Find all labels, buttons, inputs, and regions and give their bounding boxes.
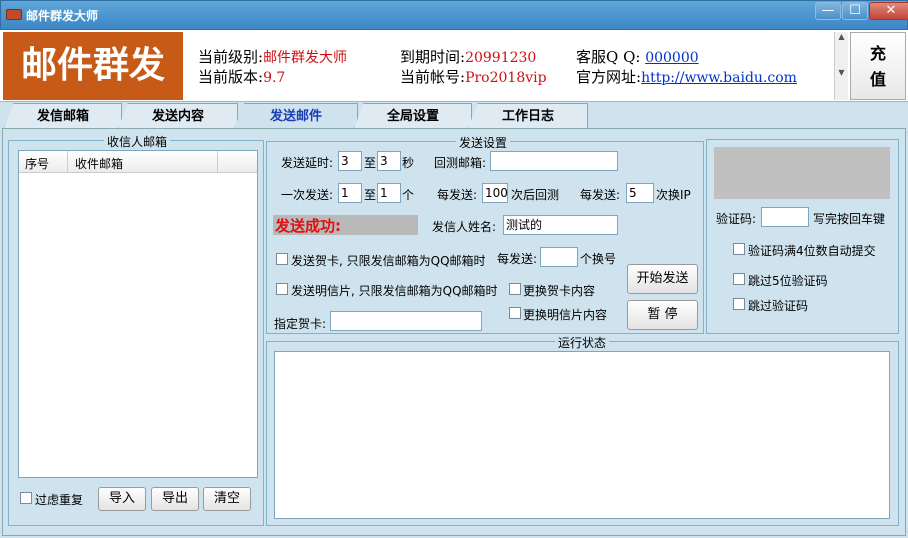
batch-to-label: 至: [364, 188, 377, 202]
tab-global-settings[interactable]: 全局设置: [354, 103, 472, 129]
level-value: 邮件群发大师: [263, 50, 348, 66]
recharge-button[interactable]: 充 值: [850, 32, 906, 100]
col-divider: [67, 151, 68, 172]
minimize-button[interactable]: —: [815, 2, 841, 20]
captcha-code-label: 验证码:: [716, 212, 757, 226]
delay-from-input[interactable]: 3: [338, 151, 362, 171]
dedupe-checkbox[interactable]: [20, 492, 32, 504]
clear-button[interactable]: 清空: [203, 487, 251, 511]
dedupe-label: 过虑重复: [35, 493, 84, 507]
delay-unit: 秒: [402, 156, 415, 170]
pause-button[interactable]: 暂 停: [627, 300, 698, 330]
qq-link[interactable]: 000000: [645, 50, 698, 66]
card-label: 发送贺卡, 只限发信邮箱为QQ邮箱时: [291, 254, 486, 268]
switch-input[interactable]: [540, 247, 578, 267]
expire-label: 到期时间:: [400, 48, 466, 66]
level-label: 当前级别:: [198, 48, 264, 66]
version-info: 当前版本:9.7: [198, 66, 285, 87]
switch-suffix: 个换号: [580, 252, 617, 266]
reply-email-input[interactable]: [490, 151, 618, 171]
header-scrollbar[interactable]: ▲ ▼: [834, 32, 848, 100]
change-postcard-checkbox[interactable]: [509, 307, 521, 319]
ip-label: 每发送:: [580, 188, 621, 202]
auto-submit-checkbox[interactable]: [733, 243, 745, 255]
sender-name-label: 发信人姓名:: [432, 220, 497, 234]
recharge-label-1: 充: [869, 44, 886, 63]
account-value: Pro2018vip: [465, 70, 547, 86]
qq-info: 客服Q Q: 000000: [576, 46, 699, 67]
captcha-enter-hint: 写完按回车键: [813, 212, 886, 226]
tab-send-content[interactable]: 发送内容: [118, 103, 238, 129]
account-label: 当前帐号:: [400, 68, 466, 86]
start-send-button[interactable]: 开始发送: [627, 264, 698, 294]
card-name-label: 指定贺卡:: [274, 317, 327, 331]
window-title: 邮件群发大师: [26, 9, 99, 23]
reply-label: 回测邮箱:: [434, 156, 487, 170]
tab-work-log[interactable]: 工作日志: [468, 103, 588, 129]
ip-input[interactable]: 5: [626, 183, 654, 203]
title-bar: [0, 0, 908, 30]
site-link[interactable]: http://www.baidu.com: [641, 70, 797, 86]
version-value: 9.7: [263, 70, 286, 86]
import-button[interactable]: 导入: [98, 487, 146, 511]
batch-label: 一次发送:: [281, 188, 334, 202]
captcha-code-input[interactable]: [761, 207, 809, 227]
every-input[interactable]: 100: [482, 183, 508, 203]
every-label: 每发送:: [437, 188, 478, 202]
delay-to-label: 至: [364, 156, 377, 170]
recharge-label-2: 值: [869, 70, 886, 89]
recipients-header: 序号 收件邮箱: [19, 151, 257, 173]
col-email[interactable]: 收件邮箱: [75, 155, 123, 172]
version-label: 当前版本:: [198, 68, 264, 86]
maximize-button[interactable]: ☐: [842, 2, 868, 20]
site-info: 官方网址:http://www.baidu.com: [576, 66, 797, 87]
delay-label: 发送延时:: [281, 156, 334, 170]
change-card-label: 更换贺卡内容: [523, 284, 596, 298]
send-status: 发送成功:: [275, 217, 341, 235]
recipients-list[interactable]: 序号 收件邮箱: [18, 150, 258, 478]
captcha-image: [714, 147, 890, 199]
skip5-checkbox[interactable]: [733, 273, 745, 285]
skip-captcha-label: 跳过验证码: [748, 299, 809, 313]
export-button[interactable]: 导出: [151, 487, 199, 511]
tab-send-mail[interactable]: 发送邮件: [234, 103, 358, 129]
card-name-input[interactable]: [330, 311, 482, 331]
qq-label: 客服Q Q:: [576, 48, 641, 66]
level-info: 当前级别:邮件群发大师: [198, 46, 347, 67]
run-status-log[interactable]: [274, 351, 890, 519]
auto-submit-label: 验证码满4位数自动提交: [748, 244, 876, 258]
delay-to-input[interactable]: 3: [377, 151, 401, 171]
ip-suffix: 次换IP: [656, 188, 691, 202]
expire-info: 到期时间:20991230: [400, 46, 536, 67]
batch-to-input[interactable]: 1: [377, 183, 401, 203]
expire-value: 20991230: [465, 50, 537, 66]
brand-logo: 邮件群发: [3, 32, 183, 100]
tab-sender-mailbox[interactable]: 发信邮箱: [4, 103, 122, 129]
change-card-checkbox[interactable]: [509, 283, 521, 295]
postcard-label: 发送明信片, 只限发信邮箱为QQ邮箱时: [291, 284, 498, 298]
change-postcard-label: 更换明信片内容: [523, 308, 608, 322]
every-suffix: 次后回测: [511, 188, 560, 202]
run-status-legend: 运行状态: [555, 334, 610, 351]
col-index[interactable]: 序号: [25, 155, 49, 172]
account-info: 当前帐号:Pro2018vip: [400, 66, 547, 87]
col-divider: [217, 151, 218, 172]
batch-unit: 个: [402, 188, 415, 202]
skip-captcha-checkbox[interactable]: [733, 298, 745, 310]
batch-from-input[interactable]: 1: [338, 183, 362, 203]
switch-label: 每发送:: [497, 252, 538, 266]
site-label: 官方网址:: [576, 68, 642, 86]
recipients-legend: 收信人邮箱: [104, 133, 171, 150]
app-icon: [6, 9, 22, 20]
send-settings-legend: 发送设置: [456, 134, 511, 151]
close-button[interactable]: ✕: [869, 2, 908, 20]
postcard-checkbox[interactable]: [276, 283, 288, 295]
skip5-label: 跳过5位验证码: [748, 274, 828, 288]
card-checkbox[interactable]: [276, 253, 288, 265]
sender-name-input[interactable]: 测试的: [503, 215, 618, 235]
